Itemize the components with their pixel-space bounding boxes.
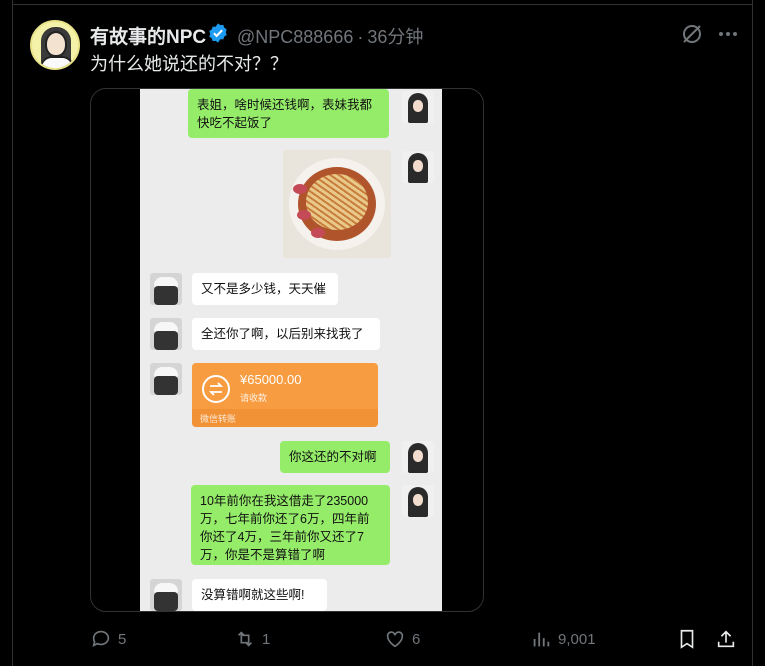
post-media-image[interactable]: 表姐，啥时候还钱啊，表妹我都快吃不起饭了 又不是多少钱，天天催 全还你了啊，以后… [90, 88, 484, 612]
chat-message-outgoing: 你这还的不对啊 [280, 441, 390, 473]
post-action-bar: 5 1 6 9,001 [0, 628, 765, 654]
reply-button[interactable]: 5 [90, 628, 126, 650]
wechat-transfer-card: ¥65000.00 请收款 微信转账 [192, 363, 378, 427]
views-button[interactable]: 9,001 [530, 628, 596, 650]
chat-avatar-cousin [150, 363, 182, 395]
chat-message-incoming: 又不是多少钱，天天催 [192, 273, 338, 305]
repost-count: 1 [262, 630, 271, 648]
share-button[interactable] [715, 628, 737, 650]
grok-icon[interactable] [680, 22, 704, 46]
chat-avatar-me [402, 441, 434, 473]
chat-avatar-cousin [150, 273, 182, 305]
author-avatar[interactable] [30, 20, 80, 70]
transfer-status: 请收款 [240, 393, 268, 403]
verified-badge-icon [209, 23, 227, 43]
share-icon [717, 630, 735, 648]
reply-count: 5 [118, 630, 127, 648]
post-text: 为什么她说还的不对？？ [90, 54, 288, 74]
like-count: 6 [412, 630, 421, 648]
repost-icon [237, 631, 253, 647]
chat-avatar-cousin [150, 318, 182, 350]
author-name[interactable]: 有故事的NPC [90, 22, 206, 49]
author-handle[interactable]: @NPC888666 [237, 27, 353, 47]
more-icon[interactable] [716, 22, 740, 46]
author-handle-and-time: @NPC888666 · 36分钟 [237, 27, 424, 47]
transfer-icon [202, 375, 230, 403]
chat-message-outgoing: 10年前你在我这借走了235000万，七年前你还了6万，四年前你还了4万，三年前… [191, 485, 390, 565]
chat-message-incoming: 没算错啊就这些啊! [192, 579, 327, 611]
noodle-photo [283, 150, 391, 258]
chat-avatar-me [402, 91, 434, 123]
reply-icon [92, 630, 110, 647]
post-time[interactable]: 36分钟 [367, 27, 423, 47]
chat-avatar-cousin [150, 579, 182, 611]
chat-avatar-me [402, 485, 434, 517]
transfer-amount: ¥65000.00 [240, 372, 302, 387]
bookmark-icon [680, 629, 694, 649]
like-icon [386, 631, 404, 648]
bookmark-button[interactable] [676, 628, 698, 650]
views-count: 9,001 [558, 630, 596, 648]
divider [12, 4, 753, 5]
views-icon [533, 632, 550, 647]
repost-button[interactable]: 1 [234, 628, 270, 650]
like-button[interactable]: 6 [384, 628, 420, 650]
chat-message-incoming: 全还你了啊，以后别来找我了 [192, 318, 380, 350]
chat-message-outgoing: 表姐，啥时候还钱啊，表妹我都快吃不起饭了 [188, 89, 389, 138]
chat-screenshot: 表姐，啥时候还钱啊，表妹我都快吃不起饭了 又不是多少钱，天天催 全还你了啊，以后… [140, 89, 442, 611]
transfer-label: 微信转账 [200, 414, 237, 424]
chat-avatar-me [402, 151, 434, 183]
